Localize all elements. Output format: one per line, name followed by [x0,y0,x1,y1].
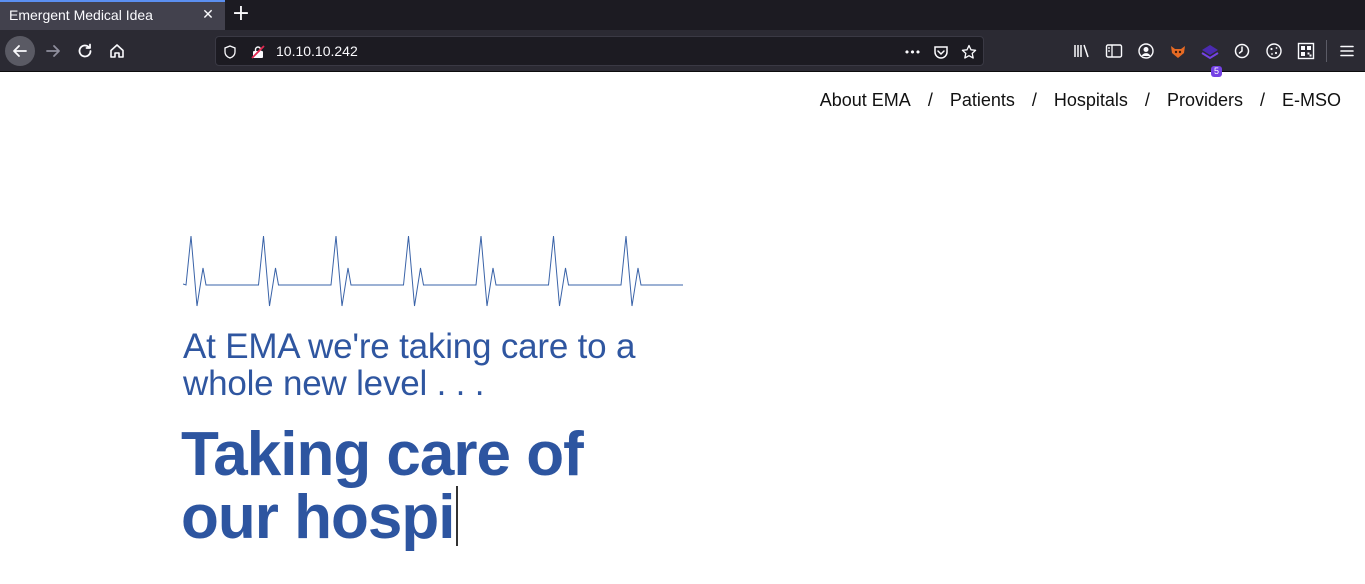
arrow-left-icon [13,45,27,57]
headline-line-1: Taking care of [181,420,584,489]
reload-icon [78,43,92,58]
account-icon[interactable] [1136,41,1156,61]
nav-hospitals[interactable]: Hospitals [1054,90,1128,111]
qr-code-icon[interactable] [1296,41,1316,61]
pocket-icon[interactable] [932,43,950,61]
tab-strip: Emergent Medical Idea ✕ + [0,0,1365,30]
headline-line-2: our hospi [181,483,455,552]
reload-button[interactable] [70,36,100,66]
library-icon[interactable] [1072,41,1092,61]
toolbar-divider [1326,40,1327,62]
nav-separator: / [1259,90,1265,110]
back-button[interactable] [5,36,35,66]
page-actions-icon[interactable]: ••• [903,43,921,61]
ecg-line [183,235,683,307]
bookmark-star-icon[interactable] [960,43,978,61]
home-icon [110,44,124,58]
forward-button[interactable] [38,36,68,66]
navigation-toolbar: 10.10.10.242 ••• 5 [0,30,1365,77]
address-bar[interactable]: 10.10.10.242 ••• [215,36,984,66]
home-button[interactable] [102,36,132,66]
sidebar-icon[interactable] [1104,41,1124,61]
tagline: At EMA we're taking care to a whole new … [183,327,636,403]
nav-patients[interactable]: Patients [950,90,1015,111]
nav-e-mso[interactable]: E-MSO [1282,90,1341,111]
nav-providers[interactable]: Providers [1167,90,1243,111]
insecure-lock-icon[interactable] [249,43,267,61]
nav-separator: / [927,90,933,110]
url-text[interactable]: 10.10.10.242 [276,43,358,59]
site-navigation: About EMA / Patients / Hospitals / Provi… [820,90,1341,111]
tab-title: Emergent Medical Idea [9,7,153,23]
new-tab-button[interactable]: + [229,2,253,28]
extension-badge: 5 [1211,66,1223,77]
browser-tab-active[interactable]: Emergent Medical Idea ✕ [0,0,225,30]
cookie-icon[interactable] [1264,41,1284,61]
foxyproxy-icon[interactable] [1168,41,1188,61]
heartbeat-line-graphic [183,235,683,307]
hamburger-menu-icon[interactable] [1337,41,1357,61]
hero-headline: Taking care of our hospi [181,423,741,549]
wappalyzer-icon[interactable] [1200,41,1220,61]
timer-icon[interactable] [1232,41,1252,61]
nav-separator: / [1144,90,1150,110]
nav-separator: / [1031,90,1037,110]
shield-icon[interactable] [221,43,239,61]
nav-about-ema[interactable]: About EMA [820,90,911,111]
tab-close-icon[interactable]: ✕ [199,6,217,24]
arrow-right-icon [46,45,60,57]
typing-cursor [456,486,459,546]
